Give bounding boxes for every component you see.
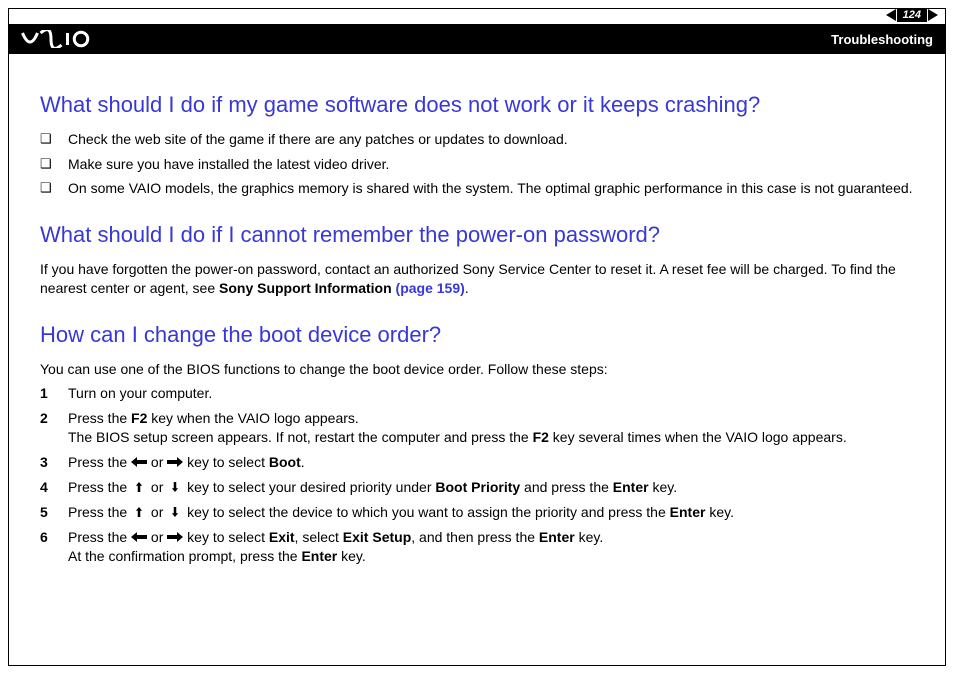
heading-power-on-password: What should I do if I cannot remember th… (40, 220, 914, 250)
text-bold: F2 (533, 429, 549, 445)
arrow-up-icon (131, 482, 147, 492)
text: key. (705, 504, 734, 520)
text: . (301, 454, 305, 470)
text-bold: Boot Priority (435, 479, 520, 495)
text: key several times when the VAIO logo app… (549, 429, 847, 445)
text-bold: Enter (539, 529, 575, 545)
arrow-right-icon (167, 457, 183, 467)
page-link[interactable]: (page 159) (392, 280, 465, 296)
text: Press the (68, 454, 131, 470)
text: and press the (520, 479, 613, 495)
text: key to select your desired priority unde… (183, 479, 435, 495)
prev-page-arrow-icon[interactable] (886, 9, 896, 21)
list-item: Press the or key to select your desired … (40, 478, 914, 497)
page-number: 124 (897, 8, 927, 22)
page-content: What should I do if my game software doe… (40, 66, 914, 654)
arrow-down-icon (167, 482, 183, 492)
arrow-down-icon (167, 507, 183, 517)
heading-game-crashing: What should I do if my game software doe… (40, 90, 914, 120)
list-item: Press the or key to select the device to… (40, 503, 914, 522)
list-item: Make sure you have installed the latest … (40, 155, 914, 174)
text: or (147, 454, 167, 470)
text: Turn on your computer. (68, 385, 212, 401)
vaio-logo (21, 30, 111, 48)
list-item: On some VAIO models, the graphics memory… (40, 179, 914, 198)
text: , and then press the (411, 529, 539, 545)
numbered-steps: Turn on your computer. Press the F2 key … (40, 384, 914, 565)
text: or (147, 504, 167, 520)
arrow-left-icon (131, 457, 147, 467)
text-bold: Enter (670, 504, 706, 520)
list-item: Turn on your computer. (40, 384, 914, 403)
text: key to select (183, 529, 269, 545)
text: key. (337, 548, 366, 564)
page-navigation: 124 (886, 8, 938, 22)
text-bold: Enter (613, 479, 649, 495)
text: or (147, 529, 167, 545)
text: . (465, 280, 469, 296)
list-item: Press the or key to select Boot. (40, 453, 914, 472)
heading-boot-order: How can I change the boot device order? (40, 320, 914, 350)
text: Press the (68, 479, 131, 495)
arrow-left-icon (131, 532, 147, 542)
text-bold: F2 (131, 410, 147, 426)
list-item: Press the F2 key when the VAIO logo appe… (40, 409, 914, 447)
arrow-right-icon (167, 532, 183, 542)
text-bold: Enter (301, 548, 337, 564)
text: key to select the device to which you wa… (183, 504, 669, 520)
text: key to select (183, 454, 269, 470)
text: or (147, 479, 167, 495)
text: At the confirmation prompt, press the (68, 548, 301, 564)
text: Press the (68, 410, 131, 426)
next-page-arrow-icon[interactable] (928, 9, 938, 21)
text-bold: Sony Support Information (219, 280, 392, 296)
text-bold: Exit Setup (343, 529, 411, 545)
arrow-up-icon (131, 507, 147, 517)
text: Press the (68, 504, 131, 520)
text: , select (295, 529, 343, 545)
list-item: Check the web site of the game if there … (40, 130, 914, 149)
section-label: Troubleshooting (831, 32, 933, 47)
text: key. (649, 479, 678, 495)
paragraph-password: If you have forgotten the power-on passw… (40, 260, 914, 298)
text: Press the (68, 529, 131, 545)
text-bold: Boot (269, 454, 301, 470)
bullet-list-game: Check the web site of the game if there … (40, 130, 914, 199)
header-bar: Troubleshooting (9, 24, 945, 54)
text: The BIOS setup screen appears. If not, r… (68, 429, 533, 445)
text: key. (575, 529, 604, 545)
text-bold: Exit (269, 529, 295, 545)
text: key when the VAIO logo appears. (147, 410, 358, 426)
paragraph-boot-intro: You can use one of the BIOS functions to… (40, 360, 914, 379)
list-item: Press the or key to select Exit, select … (40, 528, 914, 566)
